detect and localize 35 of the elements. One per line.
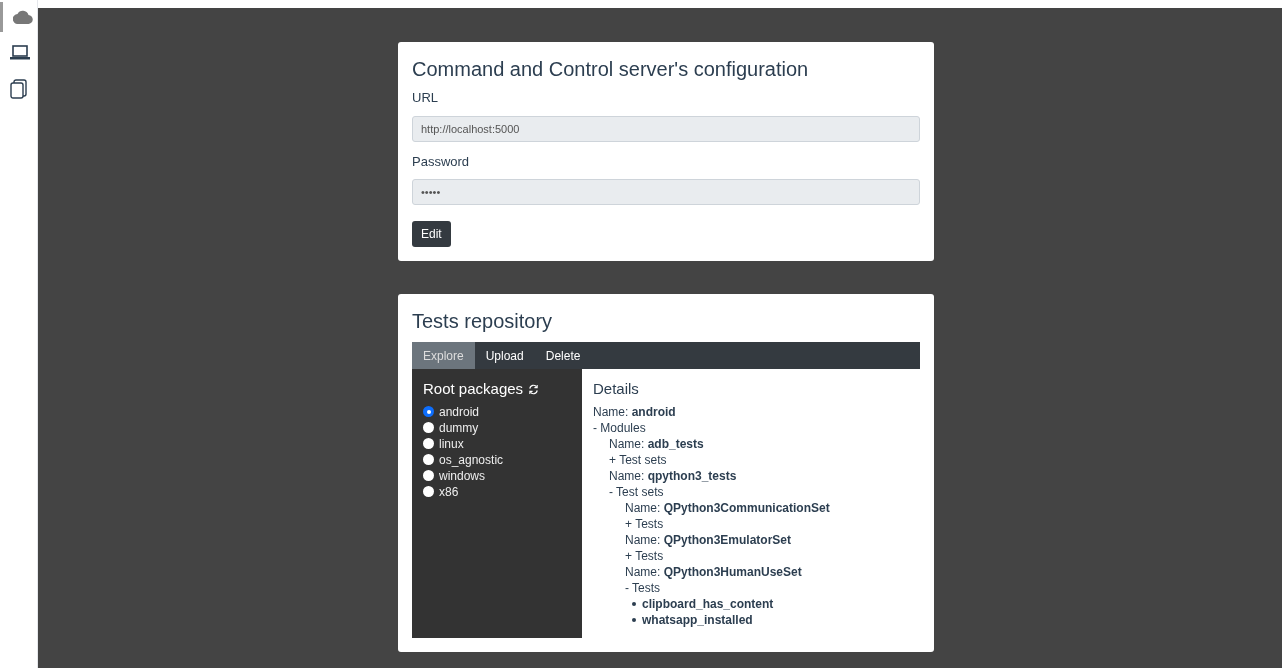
tab[interactable]: Delete [534,342,592,369]
cloud-icon[interactable] [13,10,33,24]
card-title: Tests repository [412,309,554,334]
collapse-toggle[interactable]: - Tests [625,579,661,596]
panel-title: Root packages [423,379,524,399]
name-text: Name: android [593,403,676,420]
package-radio[interactable]: dummy [423,419,571,436]
name-text: Name: QPython3CommunicationSet [625,499,830,516]
package-radio[interactable]: windows [423,467,571,484]
collapse-toggle[interactable]: - Test sets [609,483,664,500]
name-text: Name: adb_tests [609,435,704,452]
name-text: Name: qpython3_tests [609,467,737,484]
name-text: Name: QPython3EmulatorSet [625,531,792,548]
copy-icon[interactable] [10,79,28,99]
refresh-icon[interactable] [528,383,540,395]
url-field[interactable]: http://localhost:5000 [412,115,920,142]
details-title: Details [593,379,640,399]
test-name: whatsapp_installed [642,611,753,628]
card-title: Command and Control server's configuration [412,57,810,82]
tab[interactable]: Upload [474,342,535,369]
package-radio[interactable]: android [423,403,571,420]
laptop-icon[interactable] [10,45,30,61]
test-name: clipboard_has_content [642,595,774,612]
expand-toggle[interactable]: + Tests [625,515,664,532]
name-text: Name: QPython3HumanUseSet [625,563,802,580]
expand-toggle[interactable]: + Tests [625,547,664,564]
edit-button[interactable]: Edit [412,221,451,247]
expand-toggle[interactable]: + Test sets [609,451,667,468]
package-radio[interactable]: x86 [423,483,571,500]
package-radio[interactable]: os_agnostic [423,451,571,468]
package-radio[interactable]: linux [423,435,571,452]
collapse-toggle[interactable]: - Modules [593,419,646,436]
field-label: Password [412,152,471,171]
password-field[interactable]: ••••• [412,179,920,205]
field-label: URL [412,89,439,107]
